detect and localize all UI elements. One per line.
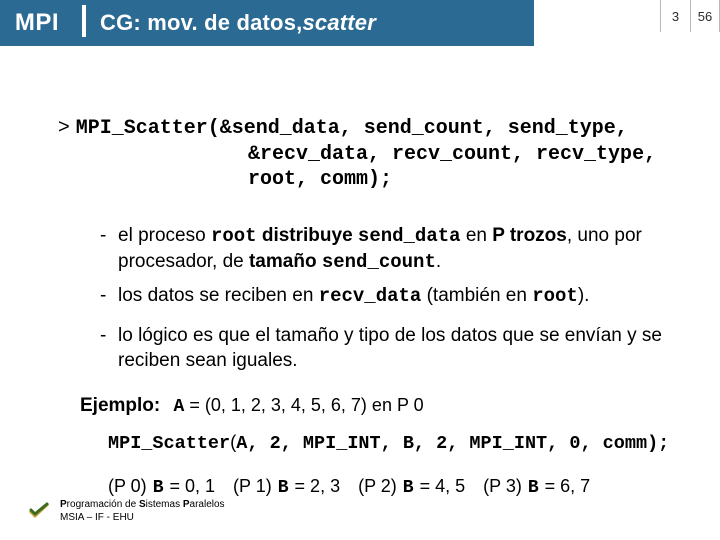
example-results: (P 0) B = 0, 1 (P 1) B = 2, 3 (P 2) B = … [108, 476, 695, 498]
footer: Programación de Sistemas Paralelos MSIA … [60, 499, 225, 524]
bold: P trozos [492, 225, 567, 246]
page-indicator: 3 56 [660, 0, 720, 32]
t: P [183, 499, 190, 510]
slide: MPI CG: mov. de datos, scatter 3 56 > MPI… [0, 0, 720, 540]
vals: = 0, 1 [165, 476, 216, 496]
example-label-row: Ejemplo: A = (0, 1, 2, 3, 4, 5, 6, 7) en… [80, 395, 695, 417]
vals: = 4, 5 [415, 476, 466, 496]
vals: = 2, 3 [290, 476, 341, 496]
bullet-list: el proceso root distribuye send_data en … [100, 223, 695, 373]
proc-result-0: (P 0) B = 0, 1 [108, 476, 215, 498]
prompt-symbol: > [58, 116, 70, 138]
title-badge: MPI [0, 0, 74, 46]
footer-line-1: Programación de Sistemas Paralelos [60, 499, 225, 512]
proc-id: (P 1) [233, 476, 277, 496]
bullet-2: los datos se reciben en recv_data (tambi… [100, 283, 695, 309]
proto-line-3: root, comm); [58, 167, 695, 193]
example-call: MPI_Scatter(A, 2, MPI_INT, B, 2, MPI_INT… [108, 431, 695, 454]
var: B [528, 478, 539, 498]
bullet-3: lo lógico es que el tamaño y tipo de los… [100, 323, 695, 373]
example-label: Ejemplo: [80, 395, 160, 416]
var: B [403, 478, 414, 498]
text: (también en [421, 285, 532, 306]
t: S [139, 499, 146, 510]
code: A [174, 397, 185, 417]
t: istemas [146, 499, 183, 510]
code: send_data [358, 225, 461, 247]
code: send_count [322, 251, 436, 273]
slide-title: CG: mov. de datos, scatter [100, 0, 376, 46]
slide-body: > MPI_Scatter(&send_data, send_count, sen… [58, 115, 695, 498]
bold: distribuye [257, 225, 358, 246]
text: . [436, 251, 441, 272]
code: root [532, 285, 578, 307]
proc-result-2: (P 2) B = 4, 5 [358, 476, 465, 498]
title-divider [82, 5, 86, 37]
page-number: 56 [690, 0, 720, 32]
proto-line-1: MPI_Scatter(&send_data, send_count, send… [76, 117, 628, 140]
t: aralelos [190, 499, 225, 510]
proto-line-2: &recv_data, recv_count, recv_type, [58, 142, 695, 168]
section-number: 3 [660, 0, 690, 32]
fn-args: A, 2, MPI_INT, B, 2, MPI_INT, 0, comm); [236, 433, 669, 454]
function-prototype: > MPI_Scatter(&send_data, send_count, sen… [58, 115, 695, 193]
text: ). [578, 285, 590, 306]
bold: tamaño [249, 251, 322, 272]
text: el proceso [118, 225, 211, 246]
footer-line-2: MSIA – IF - EHU [60, 512, 225, 525]
proc-id: (P 2) [358, 476, 402, 496]
bullet-1: el proceso root distribuye send_data en … [100, 223, 695, 275]
text: lo lógico es que el tamaño y tipo de los… [118, 325, 662, 371]
t: rogramación de [67, 499, 139, 510]
text: los datos se reciben en [118, 285, 319, 306]
title-italic: scatter [302, 10, 376, 36]
example-array: A = (0, 1, 2, 3, 4, 5, 6, 7) en P 0 [174, 395, 424, 415]
checkmark-icon [28, 502, 50, 518]
proc-result-3: (P 3) B = 6, 7 [483, 476, 590, 498]
text: = (0, 1, 2, 3, 4, 5, 6, 7) en P 0 [184, 395, 423, 415]
proc-id: (P 3) [483, 476, 527, 496]
proc-id: (P 0) [108, 476, 152, 496]
code: recv_data [319, 285, 422, 307]
t: P [60, 499, 67, 510]
vals: = 6, 7 [540, 476, 591, 496]
text: en [461, 225, 493, 246]
code: root [211, 225, 257, 247]
var: B [153, 478, 164, 498]
title-prefix: CG: mov. de datos, [100, 10, 302, 36]
proc-result-1: (P 1) B = 2, 3 [233, 476, 340, 498]
text: Ejemplo [80, 395, 154, 416]
var: B [278, 478, 289, 498]
fn-name: MPI_Scatter [108, 433, 230, 454]
